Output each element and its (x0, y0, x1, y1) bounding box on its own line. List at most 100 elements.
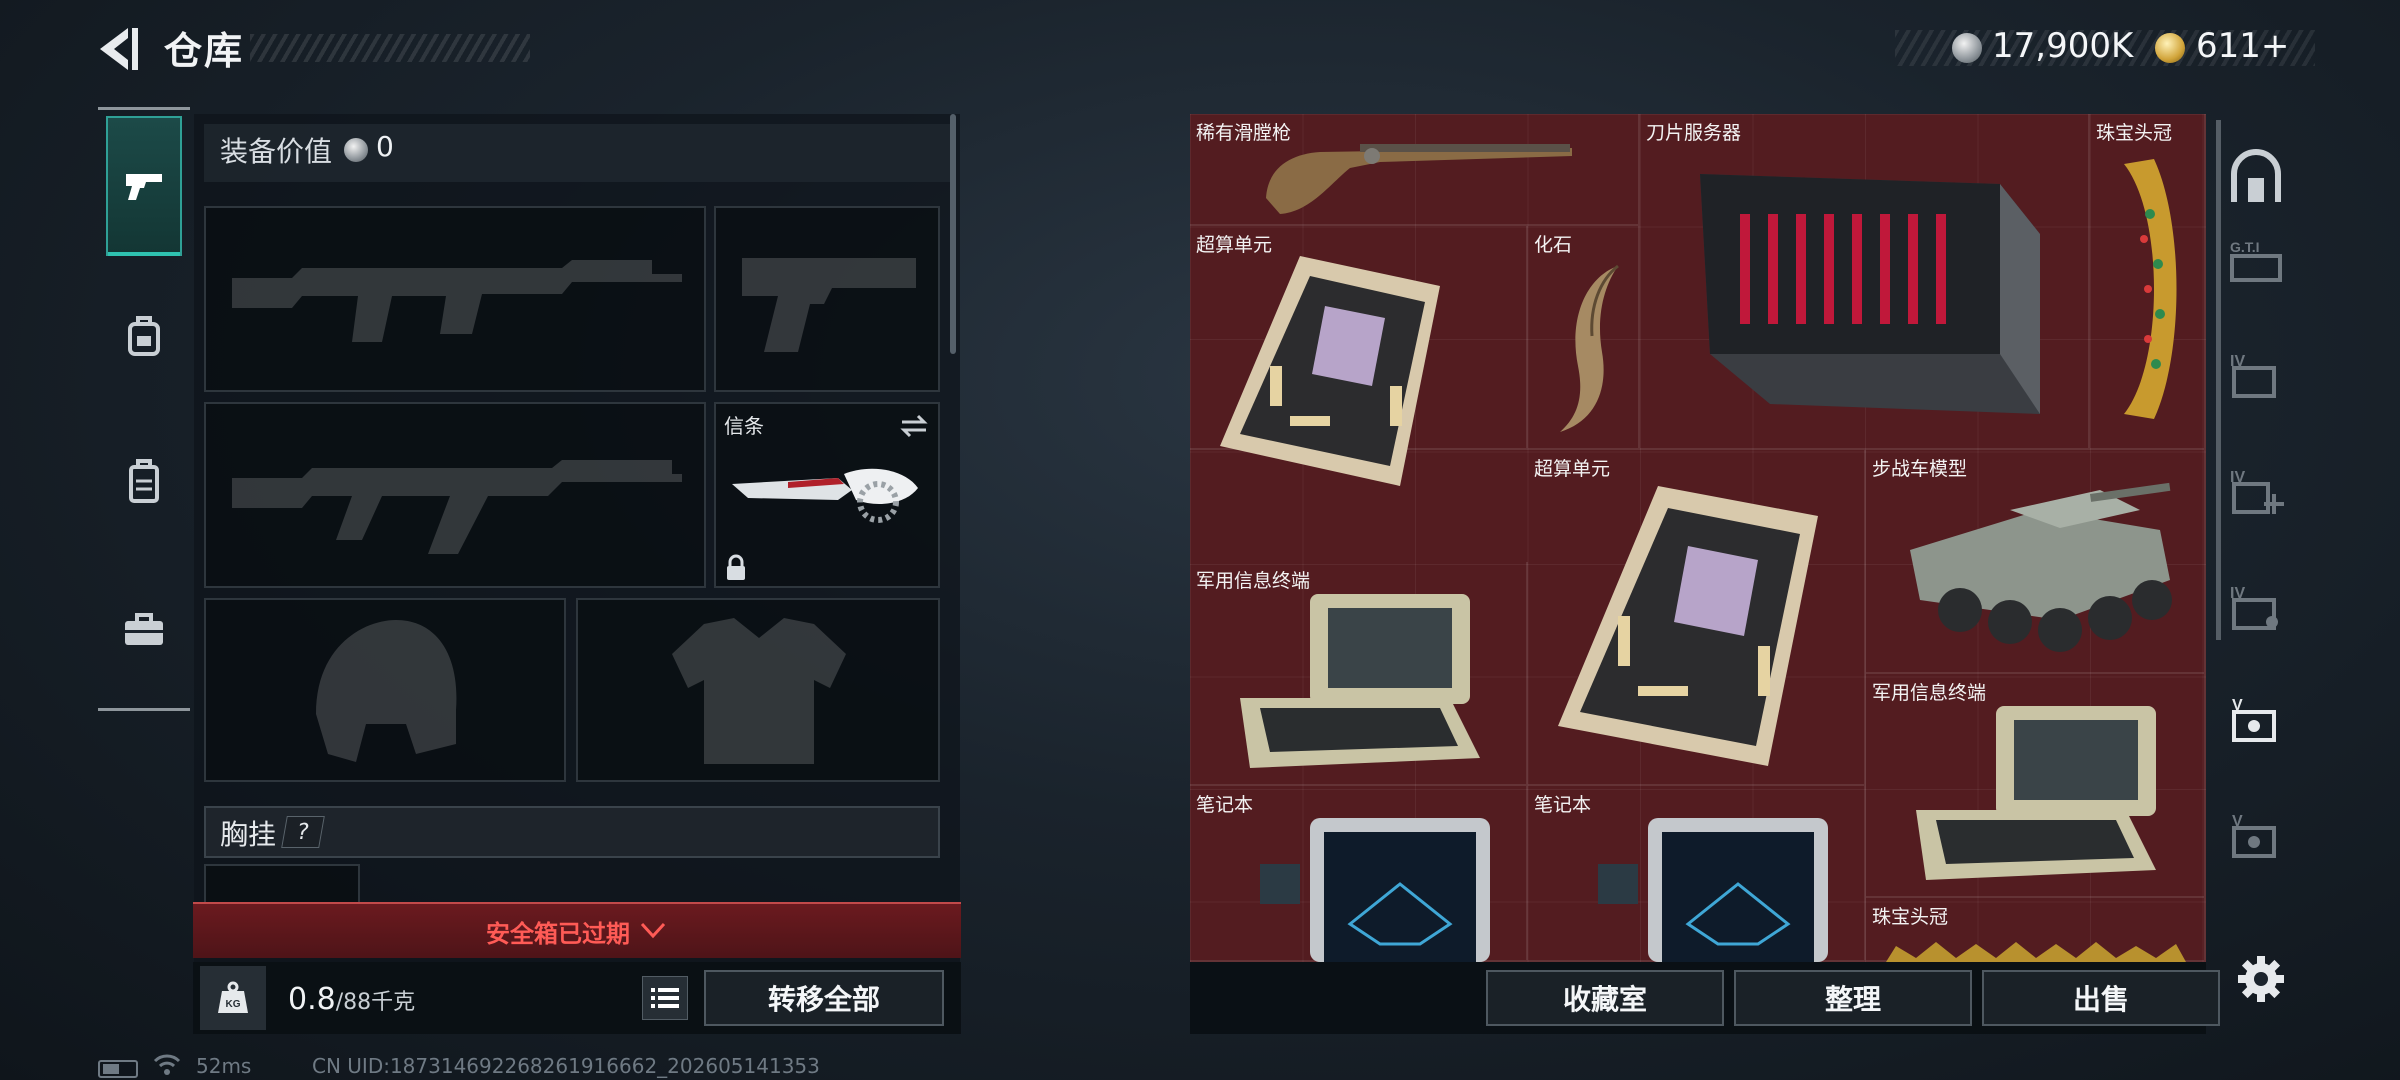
item-name: 刀片服务器 (1646, 122, 1742, 144)
uid-text: CN UID:18731469226826191666​2_2026051413… (312, 1054, 820, 1078)
storage-iv-key-icon[interactable]: IV (2226, 576, 2286, 636)
storage-item[interactable]: 珠宝头冠 (2090, 114, 2206, 450)
laptop-icon (1260, 818, 1490, 962)
swap-arrows-icon[interactable] (898, 412, 930, 440)
ifv-model-icon (1910, 482, 2172, 652)
title-hatch-decoration (250, 34, 530, 62)
server-icon (1700, 174, 2040, 414)
crown-icon (1886, 942, 2186, 962)
pistol-slot[interactable] (714, 206, 940, 392)
fossil-claw-icon (1560, 264, 1619, 432)
battery-icon (98, 1060, 138, 1078)
equip-value-label: 装备价值 (220, 135, 333, 168)
storage-item[interactable]: 笔记本 (1528, 786, 1866, 962)
storage-item[interactable]: 步战车模型 (1866, 450, 2206, 674)
primary-weapon-slot[interactable] (204, 206, 706, 392)
storage-v-icon[interactable]: V (2226, 688, 2286, 748)
military-terminal-icon (1240, 594, 1480, 768)
karambit-knife-icon (732, 468, 918, 523)
backpack-icon (128, 316, 160, 356)
storage-tabs-rail: G.T.I IV IV IV V V (2220, 120, 2292, 970)
melee-slot-label: 信条 (724, 414, 764, 438)
vault-icon[interactable] (2226, 148, 2286, 208)
wifi-icon (153, 1054, 181, 1075)
storage-grid: 稀有滑膛枪 刀片服务器 珠宝头冠 超算单元 化石 超算单元 步战车模型 军用信息… (1190, 114, 2206, 962)
armor-slot[interactable] (576, 598, 940, 782)
carry-weight: 0.8/88千克 (288, 982, 415, 1017)
safe-box-expired-text: 安全箱已过期 (486, 920, 630, 948)
circuit-board-icon (1220, 256, 1440, 486)
chest-rig-label: 胸挂 (220, 818, 277, 851)
weight-kg-icon: KG (218, 981, 248, 1013)
helmet-silhouette-icon (316, 620, 457, 762)
tab-weapons[interactable] (106, 116, 182, 256)
kg-icon-text: KG (226, 999, 241, 1010)
pistol-silhouette-icon (742, 258, 916, 352)
sell-button[interactable]: 出售 (1982, 970, 2220, 1026)
rail-divider-top (98, 107, 190, 110)
vest-icon (129, 459, 159, 503)
briefcase-icon (125, 613, 163, 645)
back-arrow-icon[interactable] (92, 22, 146, 76)
item-name: 笔记本 (1196, 794, 1254, 816)
storage-v-key-icon[interactable]: V (2226, 804, 2286, 864)
silver-coin-icon (1952, 33, 1982, 63)
storage-item[interactable]: 超算单元 (1528, 450, 1866, 786)
gear-icon[interactable] (2236, 954, 2286, 1004)
item-name: 步战车模型 (1872, 458, 1968, 480)
silver-coin-icon (344, 138, 368, 162)
chest-rig-slot[interactable] (204, 864, 360, 904)
tab-active-underline (108, 252, 180, 256)
item-name: 化石 (1534, 234, 1573, 256)
item-name: 笔记本 (1534, 794, 1592, 816)
page-title: 仓库 (164, 29, 245, 73)
storage-item[interactable]: 稀有滑膛枪 (1190, 114, 1640, 226)
storage-item[interactable]: 军用信息终端 (1866, 674, 2206, 898)
secondary-weapon-slot[interactable] (204, 402, 706, 588)
silver-currency-value: 17,900K (1992, 26, 2134, 66)
loadout-scrollbar[interactable] (950, 114, 956, 354)
collection-room-button[interactable]: 收藏室 (1486, 970, 1724, 1026)
gti-storage-icon[interactable]: G.T.I (2226, 230, 2286, 290)
rifle-silhouette-icon (232, 260, 682, 342)
lock-icon (727, 554, 745, 580)
musket-icon (1266, 144, 1572, 214)
storage-item[interactable]: 刀片服务器 (1640, 114, 2090, 450)
storage-iv-plus-icon[interactable]: IV (2226, 460, 2286, 520)
gti-storage-label: G.T.I (2230, 239, 2260, 255)
weight-icon-box: KG (200, 966, 266, 1030)
rifle-silhouette-icon (232, 460, 682, 554)
storage-item[interactable]: 超算单元 (1190, 226, 1528, 486)
tab-armor[interactable] (106, 412, 182, 552)
pistol-icon (126, 174, 162, 200)
chevron-down-icon (640, 922, 666, 939)
melee-slot[interactable]: 信条 (714, 402, 940, 588)
carry-weight-unit: /88千克 (335, 990, 416, 1015)
storage-item[interactable]: 化石 (1528, 226, 1640, 450)
list-view-button[interactable] (642, 976, 688, 1020)
helmet-slot[interactable] (204, 598, 566, 782)
storage-item[interactable]: 珠宝头冠 (1866, 898, 2206, 962)
crown-icon (2124, 159, 2177, 419)
gold-currency-value[interactable]: 611+ (2196, 26, 2289, 66)
laptop-icon (1598, 818, 1828, 962)
equip-value: 0 (376, 130, 394, 163)
gold-coin-icon (2155, 33, 2185, 63)
sort-button[interactable]: 整理 (1734, 970, 1972, 1026)
rail-divider-bottom (98, 708, 190, 711)
item-name: 珠宝头冠 (2096, 122, 2173, 144)
storage-item[interactable]: 笔记本 (1190, 786, 1528, 962)
item-name: 珠宝头冠 (1872, 906, 1949, 928)
military-terminal-icon (1916, 706, 2156, 880)
ping-text: 52ms (196, 1054, 252, 1078)
list-icon (651, 988, 679, 1008)
help-button[interactable]: ? (281, 816, 325, 848)
tab-cases[interactable] (106, 560, 182, 700)
circuit-board-icon (1558, 486, 1818, 766)
transfer-all-button[interactable]: 转移全部 (704, 970, 944, 1026)
storage-iv-icon[interactable]: IV (2226, 344, 2286, 404)
armor-silhouette-icon (672, 618, 846, 764)
tab-gear[interactable] (106, 266, 182, 406)
storage-item[interactable]: 军用信息终端 (1190, 562, 1528, 786)
carry-weight-value: 0.8 (288, 982, 336, 1017)
